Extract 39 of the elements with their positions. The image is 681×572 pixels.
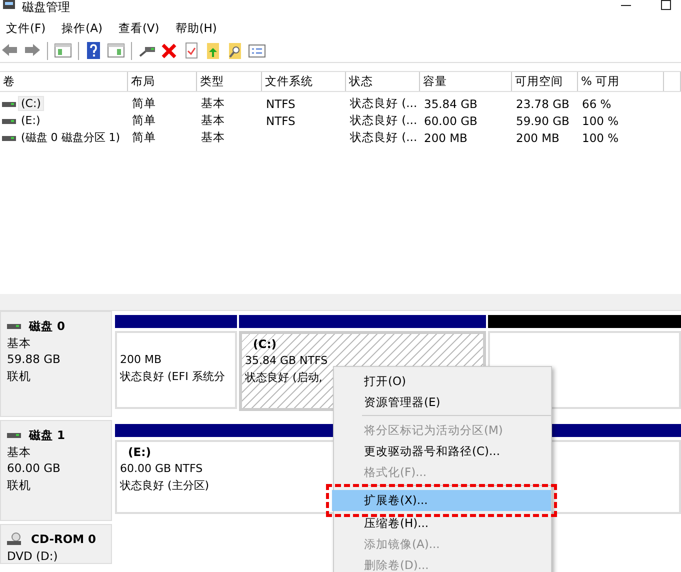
disk-info: 基本: [7, 334, 32, 351]
table-cell-text: 66 %: [581, 96, 612, 110]
disk-info: 联机: [7, 476, 32, 493]
partition-size: 200 MB: [120, 352, 162, 368]
table-cell-text: 简单: [131, 130, 157, 145]
window-title: 磁盘管理: [22, 0, 70, 14]
table-cell-text: 简单: [131, 113, 157, 128]
table-cell-text: 100 %: [581, 130, 620, 144]
table-cell-text: 60.00 GB: [423, 114, 478, 128]
disk-name: CD-ROM 0: [31, 531, 96, 548]
disk-info: 联机: [7, 368, 32, 384]
partition-status: 状态良好 (启动,: [245, 370, 322, 386]
partition-label: (E:): [127, 444, 151, 460]
disk-info: 60.00 GB: [7, 460, 62, 476]
table-cell-text: 状态良好 (...: [349, 113, 418, 128]
table-cell-text: 35.84 GB: [423, 96, 478, 110]
table-cell-text: 200 MB: [423, 130, 468, 144]
table-cell-text: 59.90 GB: [515, 114, 570, 128]
table-cell-text: 状态良好 (...: [349, 130, 418, 145]
table-cell-text: 简单: [131, 96, 157, 111]
table-cell-text: 基本: [200, 96, 226, 111]
table-cell-text: 基本: [200, 130, 226, 145]
disk-name: 磁盘 0: [29, 318, 66, 334]
disk-info: 59.88 GB: [7, 351, 62, 368]
table-cell-text: 23.78 GB: [515, 96, 570, 110]
disk-info: 基本: [7, 444, 32, 460]
partition-size: 35.84 GB NTFS: [245, 353, 328, 369]
disk-info: DVD (D:): [7, 548, 59, 564]
table-cell-text: NTFS: [265, 96, 296, 110]
partition-size: 60.00 GB NTFS: [120, 461, 203, 477]
partition-label: (C:): [252, 336, 277, 352]
table-cell-text: 200 MB: [515, 130, 560, 144]
partition-status: 状态良好 (主分区): [120, 478, 210, 494]
table-cell-text: 100 %: [581, 114, 620, 128]
disk-name: 磁盘 1: [29, 427, 66, 444]
table-cell-text: 状态良好 (...: [349, 96, 418, 111]
partition-status: 状态良好 (EFI 系统分: [120, 369, 225, 385]
table-cell-text: 基本: [200, 113, 226, 128]
table-cell-text: NTFS: [265, 114, 296, 128]
